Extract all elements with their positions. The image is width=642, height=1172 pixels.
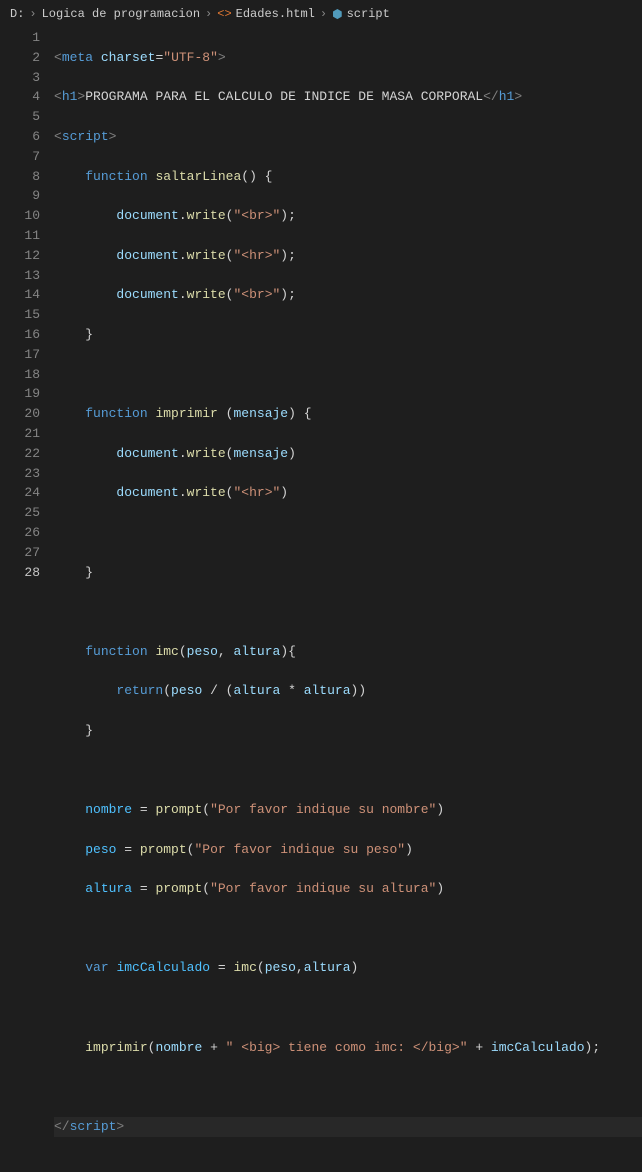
line-number: 4 bbox=[0, 87, 40, 107]
line-number: 28 bbox=[0, 563, 40, 583]
line-number: 15 bbox=[0, 305, 40, 325]
line-number: 8 bbox=[0, 167, 40, 187]
code-line[interactable] bbox=[54, 523, 642, 543]
line-number: 22 bbox=[0, 444, 40, 464]
code-editor[interactable]: 1 2 3 4 5 6 7 8 9 10 11 12 13 14 15 16 1… bbox=[0, 28, 642, 1172]
code-line[interactable]: function saltarLinea() { bbox=[54, 167, 642, 187]
code-line[interactable]: nombre = prompt("Por favor indique su no… bbox=[54, 800, 642, 820]
line-number: 16 bbox=[0, 325, 40, 345]
code-line[interactable]: function imprimir (mensaje) { bbox=[54, 404, 642, 424]
breadcrumb-drive[interactable]: D: bbox=[10, 7, 24, 21]
line-number: 27 bbox=[0, 543, 40, 563]
code-line[interactable]: document.write("<hr>") bbox=[54, 483, 642, 503]
code-line[interactable] bbox=[54, 919, 642, 939]
line-number: 3 bbox=[0, 68, 40, 88]
code-line[interactable]: <script> bbox=[54, 127, 642, 147]
line-number: 17 bbox=[0, 345, 40, 365]
code-line[interactable]: altura = prompt("Por favor indique su al… bbox=[54, 879, 642, 899]
script-symbol-icon: ⬢ bbox=[332, 7, 342, 22]
code-line[interactable]: <meta charset="UTF-8"> bbox=[54, 48, 642, 68]
line-number: 14 bbox=[0, 285, 40, 305]
line-number: 23 bbox=[0, 464, 40, 484]
breadcrumb[interactable]: D: › Logica de programacion › <> Edades.… bbox=[0, 0, 642, 28]
breadcrumb-file[interactable]: Edades.html bbox=[236, 7, 315, 21]
code-line[interactable] bbox=[54, 1077, 642, 1097]
code-line[interactable] bbox=[54, 365, 642, 385]
code-line[interactable]: var imcCalculado = imc(peso,altura) bbox=[54, 958, 642, 978]
code-line[interactable] bbox=[54, 998, 642, 1018]
line-number: 24 bbox=[0, 483, 40, 503]
line-number: 21 bbox=[0, 424, 40, 444]
line-number: 2 bbox=[0, 48, 40, 68]
html-file-icon: <> bbox=[217, 7, 231, 21]
line-number: 6 bbox=[0, 127, 40, 147]
line-number: 5 bbox=[0, 107, 40, 127]
code-line[interactable]: } bbox=[54, 325, 642, 345]
chevron-right-icon: › bbox=[320, 7, 327, 21]
breadcrumb-symbol[interactable]: script bbox=[347, 7, 390, 21]
line-number: 12 bbox=[0, 246, 40, 266]
line-number: 9 bbox=[0, 186, 40, 206]
line-number: 18 bbox=[0, 365, 40, 385]
chevron-right-icon: › bbox=[29, 7, 36, 21]
code-line[interactable]: } bbox=[54, 721, 642, 741]
code-line[interactable] bbox=[54, 760, 642, 780]
code-line[interactable]: } bbox=[54, 563, 642, 583]
line-number: 25 bbox=[0, 503, 40, 523]
code-line[interactable]: document.write("<hr>"); bbox=[54, 246, 642, 266]
line-number: 1 bbox=[0, 28, 40, 48]
code-line[interactable]: document.write("<br>"); bbox=[54, 206, 642, 226]
breadcrumb-folder[interactable]: Logica de programacion bbox=[42, 7, 200, 21]
code-line[interactable]: return(peso / (altura * altura)) bbox=[54, 681, 642, 701]
code-line[interactable]: <h1>PROGRAMA PARA EL CALCULO DE INDICE D… bbox=[54, 87, 642, 107]
chevron-right-icon: › bbox=[205, 7, 212, 21]
line-number: 26 bbox=[0, 523, 40, 543]
line-number: 13 bbox=[0, 266, 40, 286]
code-line[interactable]: document.write(mensaje) bbox=[54, 444, 642, 464]
line-number: 19 bbox=[0, 384, 40, 404]
code-line[interactable]: peso = prompt("Por favor indique su peso… bbox=[54, 840, 642, 860]
line-number: 11 bbox=[0, 226, 40, 246]
line-number: 7 bbox=[0, 147, 40, 167]
line-number: 20 bbox=[0, 404, 40, 424]
code-area[interactable]: <meta charset="UTF-8"> <h1>PROGRAMA PARA… bbox=[54, 28, 642, 1172]
code-line[interactable]: imprimir(nombre + " <big> tiene como imc… bbox=[54, 1038, 642, 1058]
code-line[interactable]: document.write("<br>"); bbox=[54, 285, 642, 305]
code-line[interactable]: function imc(peso, altura){ bbox=[54, 642, 642, 662]
line-number: 10 bbox=[0, 206, 40, 226]
line-gutter: 1 2 3 4 5 6 7 8 9 10 11 12 13 14 15 16 1… bbox=[0, 28, 54, 1172]
code-line[interactable]: </script> bbox=[54, 1117, 642, 1137]
code-line[interactable] bbox=[54, 602, 642, 622]
